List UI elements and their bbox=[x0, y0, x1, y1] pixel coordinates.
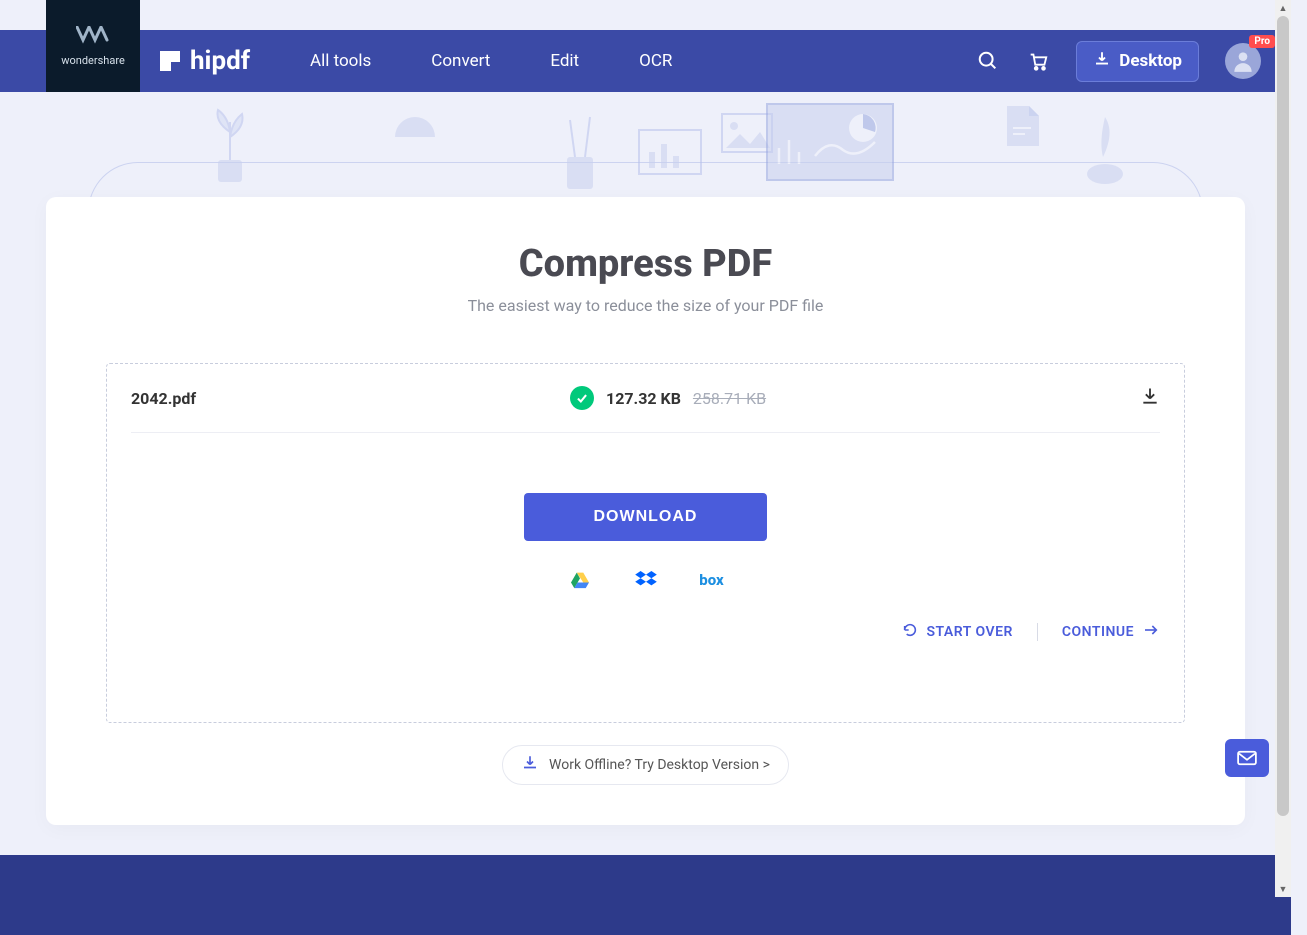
arrow-right-icon bbox=[1142, 622, 1160, 642]
download-button[interactable]: DOWNLOAD bbox=[524, 493, 768, 541]
chart-frame-icon bbox=[635, 122, 705, 182]
file-result-box: 2042.pdf 127.32 KB 258.71 KB DOWNLOAD bo… bbox=[106, 363, 1185, 723]
plant-icon bbox=[200, 102, 260, 192]
nav-menu: All tools Convert Edit OCR bbox=[310, 51, 672, 71]
wondershare-brand-tab[interactable]: wondershare bbox=[46, 0, 140, 92]
action-divider bbox=[1037, 623, 1038, 641]
hipdf-logo-icon bbox=[160, 51, 180, 71]
work-offline-button[interactable]: Work Offline? Try Desktop Version > bbox=[502, 745, 789, 785]
wondershare-logo-icon bbox=[76, 26, 110, 48]
box-icon[interactable]: box bbox=[701, 569, 723, 591]
cart-icon[interactable] bbox=[1026, 49, 1050, 73]
dashboard-icon bbox=[765, 102, 895, 182]
compressed-size: 127.32 KB bbox=[606, 389, 681, 408]
nav-right: Desktop Pro bbox=[976, 41, 1261, 82]
offline-label: Work Offline? Try Desktop Version > bbox=[549, 757, 770, 773]
page-footer bbox=[0, 855, 1291, 935]
vertical-scrollbar[interactable]: ▲ ▼ bbox=[1275, 0, 1291, 897]
nav-ocr[interactable]: OCR bbox=[639, 51, 672, 71]
page-title: Compress PDF bbox=[46, 242, 1245, 286]
start-over-button[interactable]: START OVER bbox=[902, 622, 1012, 642]
cloud-options: box bbox=[131, 569, 1160, 591]
search-icon[interactable] bbox=[976, 49, 1000, 73]
desktop-download-icon bbox=[521, 754, 539, 776]
user-avatar[interactable]: Pro bbox=[1225, 43, 1261, 79]
wondershare-text: wondershare bbox=[61, 54, 125, 67]
hipdf-brand[interactable]: hipdf bbox=[160, 46, 250, 76]
lamp-icon bbox=[380, 102, 450, 162]
main-card: Compress PDF The easiest way to reduce t… bbox=[46, 197, 1245, 825]
download-file-icon[interactable] bbox=[1140, 386, 1160, 410]
chat-support-button[interactable] bbox=[1225, 739, 1269, 777]
continue-button[interactable]: CONTINUE bbox=[1062, 622, 1160, 642]
file-name: 2042.pdf bbox=[131, 389, 196, 408]
desktop-button[interactable]: Desktop bbox=[1076, 41, 1199, 82]
download-desktop-icon bbox=[1093, 50, 1111, 73]
file-row: 2042.pdf 127.32 KB 258.71 KB bbox=[131, 364, 1160, 433]
pencil-cup-icon bbox=[555, 112, 605, 192]
brand-name: hipdf bbox=[190, 46, 250, 76]
scroll-up-arrow-icon[interactable]: ▲ bbox=[1275, 0, 1291, 16]
dropbox-icon[interactable] bbox=[635, 569, 657, 591]
desktop-button-label: Desktop bbox=[1119, 51, 1182, 71]
original-size: 258.71 KB bbox=[693, 389, 766, 408]
page-subtitle: The easiest way to reduce the size of yo… bbox=[46, 296, 1245, 315]
start-over-label: START OVER bbox=[926, 624, 1012, 640]
continue-label: CONTINUE bbox=[1062, 624, 1134, 640]
scrollbar-thumb[interactable] bbox=[1277, 16, 1289, 816]
nav-edit[interactable]: Edit bbox=[550, 51, 579, 71]
document-icon bbox=[1005, 104, 1041, 148]
main-navbar: hipdf All tools Convert Edit OCR Desktop… bbox=[0, 30, 1291, 92]
restart-icon bbox=[902, 622, 918, 642]
hero-decorations bbox=[0, 92, 1291, 197]
nav-all-tools[interactable]: All tools bbox=[310, 51, 371, 71]
google-drive-icon[interactable] bbox=[569, 569, 591, 591]
pro-badge: Pro bbox=[1249, 35, 1275, 48]
result-actions: START OVER CONTINUE bbox=[902, 622, 1160, 642]
top-spacer bbox=[0, 0, 1291, 30]
scroll-down-arrow-icon[interactable]: ▼ bbox=[1275, 881, 1291, 897]
quill-icon bbox=[1075, 102, 1135, 192]
nav-convert[interactable]: Convert bbox=[431, 51, 490, 71]
success-check-icon bbox=[570, 386, 594, 410]
file-size-info: 127.32 KB 258.71 KB bbox=[196, 386, 1140, 410]
